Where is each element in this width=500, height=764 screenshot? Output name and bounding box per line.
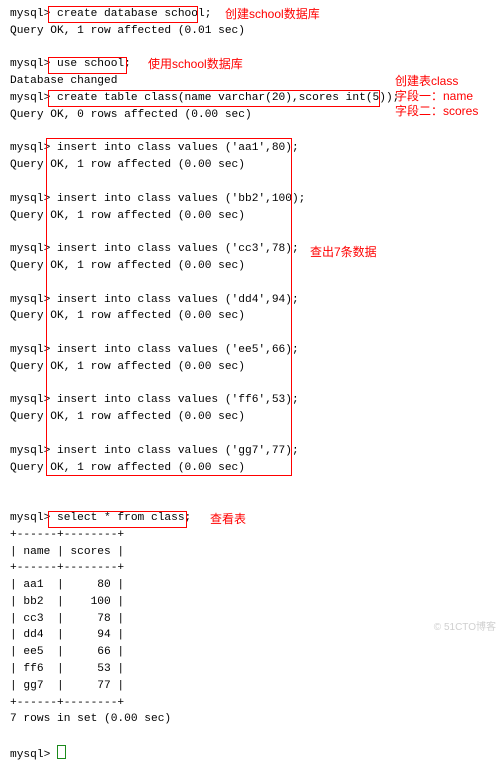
annotation-create-table-l3: 字段二：scores bbox=[395, 104, 478, 119]
annotation-create-database: 创建school数据库 bbox=[225, 7, 320, 22]
watermark: © 51CTO博客 bbox=[434, 620, 496, 635]
annotation-create-table-l1: 创建表class bbox=[395, 74, 458, 89]
annotation-select: 查看表 bbox=[210, 512, 246, 527]
annotation-use-school: 使用school数据库 bbox=[148, 57, 243, 72]
terminal-screenshot: { "terminal": { "lines": [ "mysql> creat… bbox=[0, 0, 500, 639]
cursor bbox=[57, 745, 66, 759]
annotation-create-table-l2: 字段一：name bbox=[395, 89, 473, 104]
annotation-inserts: 查出7条数据 bbox=[310, 245, 377, 260]
